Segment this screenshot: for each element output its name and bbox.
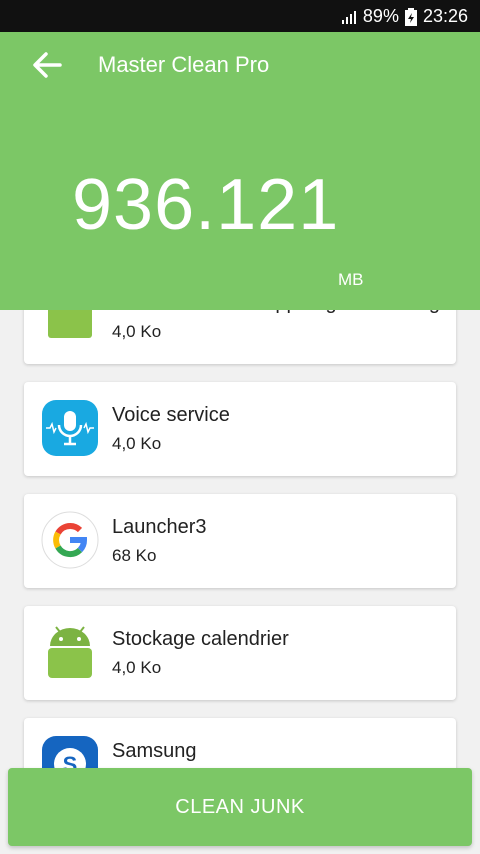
list-item[interactable]: Stockage calendrier 4,0 Ko	[24, 606, 456, 700]
app-name: Samsung	[112, 740, 197, 762]
google-icon	[41, 511, 99, 569]
app-size: 4,0 Ko	[112, 434, 162, 453]
app-size: 4,0 Ko	[112, 322, 162, 341]
android-icon	[48, 626, 92, 678]
voice-service-icon	[42, 400, 98, 456]
app-size: 68 Ko	[112, 546, 157, 565]
freeable-amount: 936.121	[72, 165, 340, 245]
app-name: Stockage calendrier	[112, 628, 289, 650]
app-name: Voice service	[112, 404, 230, 426]
list-item[interactable]: Launcher3 68 Ko	[24, 494, 456, 588]
freeable-unit: MB	[338, 270, 364, 289]
list-item[interactable]: Voice service 4,0 Ko	[24, 382, 456, 476]
freeable-label: Freeable	[338, 308, 410, 328]
clean-junk-button[interactable]: CLEAN JUNK	[8, 768, 472, 846]
app-name: Launcher3	[112, 516, 207, 538]
freeable-summary: 936.121 MB Freeable	[0, 96, 480, 328]
app-size: 4,0 Ko	[112, 658, 162, 677]
